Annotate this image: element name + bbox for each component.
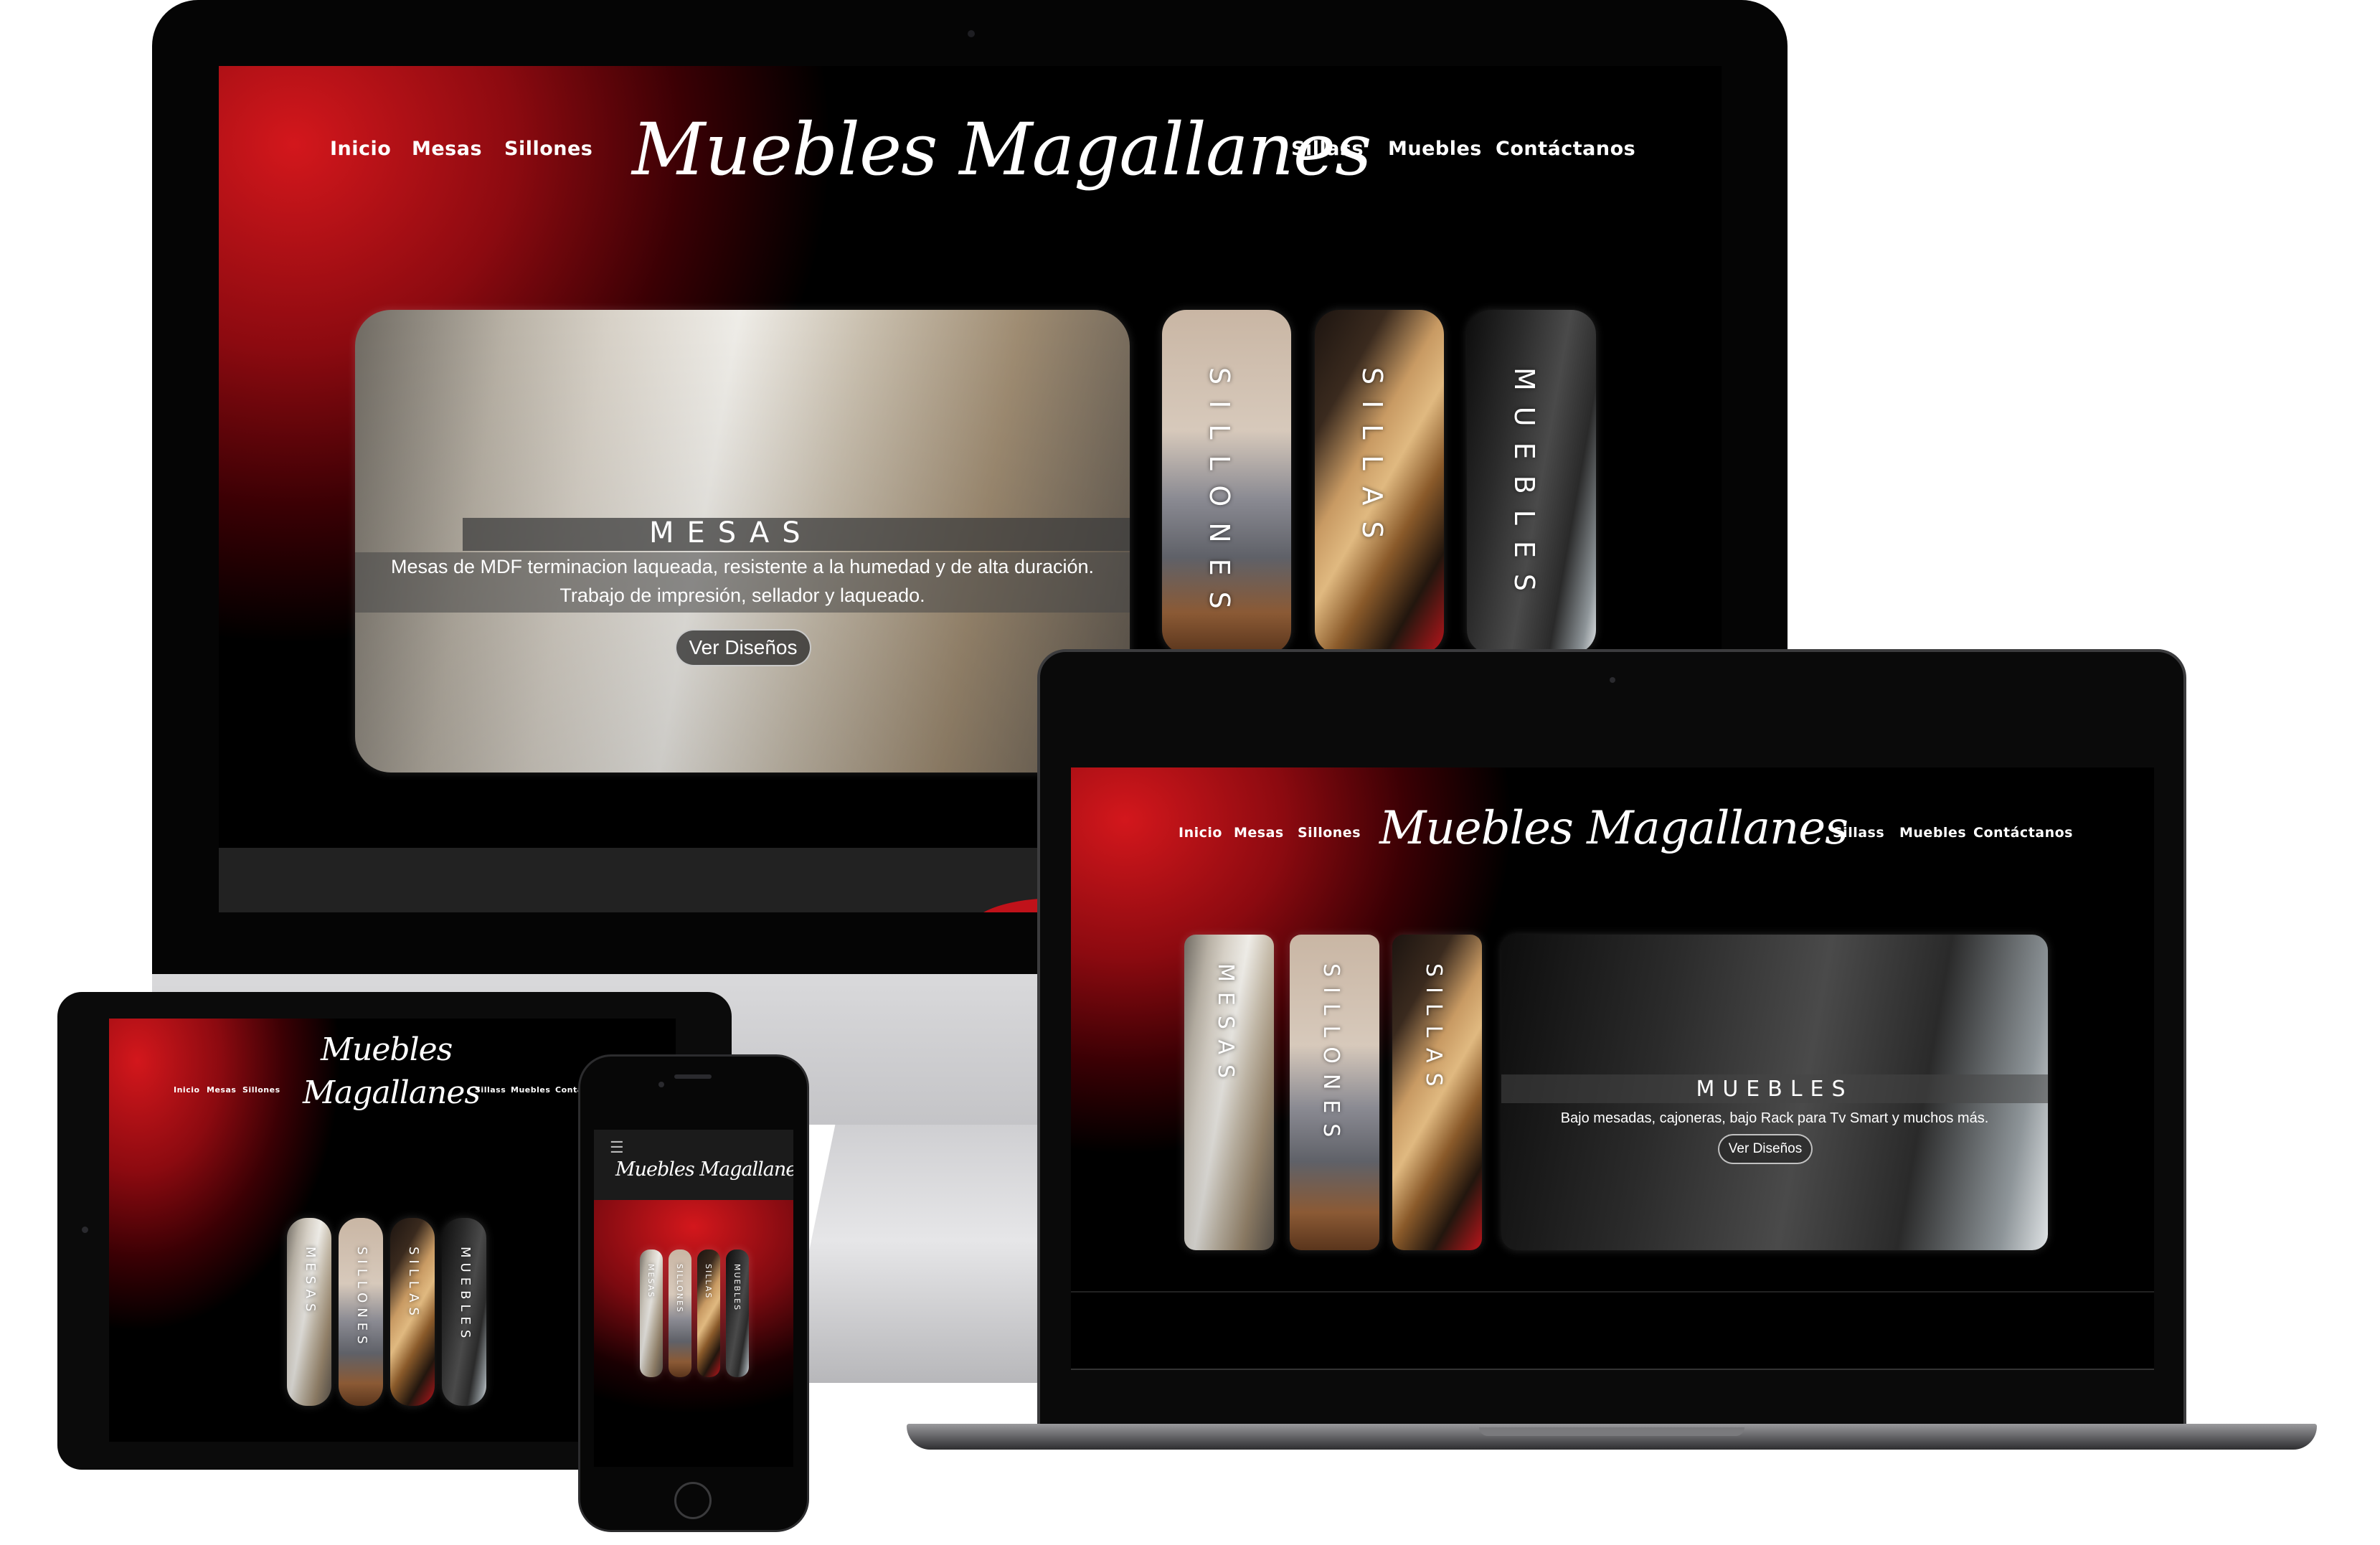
tablet-nav-sillas[interactable]: Sillass bbox=[475, 1085, 506, 1095]
tablet-nav-muebles[interactable]: Muebles bbox=[511, 1085, 550, 1095]
desktop-card-sillones[interactable]: SILLONES bbox=[1162, 310, 1291, 654]
laptop-card-sillas[interactable]: SILLAS bbox=[1392, 935, 1482, 1250]
phone-card-mesas-label: MESAS bbox=[646, 1264, 656, 1299]
tablet-camera bbox=[82, 1227, 88, 1233]
tablet-nav-inicio[interactable]: Inicio bbox=[174, 1085, 200, 1095]
tablet-card-sillones-label: SILLONES bbox=[354, 1247, 369, 1349]
phone-card-muebles[interactable]: MUEBLES bbox=[726, 1249, 749, 1377]
desktop-nav-sillas[interactable]: Sillass bbox=[1291, 138, 1364, 160]
laptop-featured-card-muebles[interactable]: MUEBLES Bajo mesadas, cajoneras, bajo Ra… bbox=[1501, 935, 2048, 1250]
tablet-card-muebles[interactable]: MUEBLES bbox=[442, 1218, 486, 1406]
phone-speaker bbox=[674, 1074, 712, 1079]
phone-card-muebles-label: MUEBLES bbox=[732, 1264, 742, 1312]
desktop-nav-muebles[interactable]: Muebles bbox=[1388, 138, 1482, 160]
phone-camera bbox=[658, 1082, 664, 1087]
laptop-ver-disenos-button[interactable]: Ver Diseños bbox=[1718, 1134, 1813, 1164]
desktop-nav-contactanos[interactable]: Contáctanos bbox=[1496, 138, 1635, 160]
phone-card-sillas-label: SILLAS bbox=[704, 1264, 713, 1300]
laptop-card-sillones[interactable]: SILLONES bbox=[1290, 935, 1379, 1250]
laptop-logo[interactable]: Muebles Magallanes bbox=[1379, 802, 1848, 855]
mesas-desc-line1: Mesas de MDF terminacion laqueada, resis… bbox=[390, 556, 1095, 577]
muebles-title: MUEBLES bbox=[1696, 1077, 1854, 1102]
laptop-nav-contactanos[interactable]: Contáctanos bbox=[1973, 825, 2073, 841]
desktop-card-sillas-label: SILLAS bbox=[1356, 367, 1388, 554]
tablet-card-sillones[interactable]: SILLONES bbox=[339, 1218, 383, 1406]
tablet-card-sillas[interactable]: SILLAS bbox=[390, 1218, 435, 1406]
desktop-nav-mesas[interactable]: Mesas bbox=[412, 138, 482, 160]
desktop-nav-inicio[interactable]: Inicio bbox=[330, 138, 391, 160]
tablet-card-sillas-label: SILLAS bbox=[406, 1247, 421, 1320]
laptop-nav-sillones[interactable]: Sillones bbox=[1298, 825, 1361, 841]
phone-home-button[interactable] bbox=[674, 1482, 712, 1519]
laptop-card-mesas-label: MESAS bbox=[1213, 963, 1238, 1089]
imac-camera bbox=[968, 30, 975, 37]
tablet-nav-mesas[interactable]: Mesas bbox=[207, 1085, 236, 1095]
desktop-card-sillones-label: SILLONES bbox=[1204, 367, 1235, 625]
mesas-desc-line2: Trabajo de impresión, sellador y laquead… bbox=[559, 585, 925, 606]
laptop-site-screen: Inicio Mesas Sillones Muebles Magallanes… bbox=[1071, 767, 2154, 1370]
laptop-notch bbox=[1479, 1427, 1744, 1436]
hamburger-icon[interactable]: ☰ bbox=[610, 1140, 624, 1156]
laptop-nav-sillas[interactable]: Sillass bbox=[1833, 825, 1884, 841]
laptop-nav-muebles[interactable]: Muebles bbox=[1899, 825, 1966, 841]
tablet-nav-sillones[interactable]: Sillones bbox=[242, 1085, 280, 1095]
desktop-card-sillas[interactable]: SILLAS bbox=[1315, 310, 1444, 654]
mesas-title: MESAS bbox=[649, 516, 813, 549]
laptop-card-sillones-label: SILLONES bbox=[1318, 963, 1344, 1148]
laptop-footer-line bbox=[1071, 1369, 2154, 1370]
phone-card-sillas[interactable]: SILLAS bbox=[697, 1249, 720, 1377]
laptop-divider bbox=[1071, 1291, 2154, 1293]
desktop-logo[interactable]: Muebles Magallanes bbox=[632, 108, 1371, 192]
phone-card-mesas[interactable]: MESAS bbox=[640, 1249, 663, 1377]
phone-card-sillones-label: SILLONES bbox=[675, 1264, 684, 1313]
phone-hero-background bbox=[594, 1200, 793, 1467]
desktop-ver-disenos-button[interactable]: Ver Diseños bbox=[675, 629, 811, 666]
tablet-logo-line1[interactable]: Muebles bbox=[321, 1031, 453, 1068]
laptop-nav-inicio[interactable]: Inicio bbox=[1179, 825, 1222, 841]
phone-site-screen: ☰ Muebles Magallanes MESAS SILLONES SILL… bbox=[594, 1130, 793, 1467]
laptop-card-sillas-label: SILLAS bbox=[1421, 963, 1446, 1097]
desktop-featured-card-mesas[interactable]: MESAS Mesas de MDF terminacion laqueada,… bbox=[355, 310, 1130, 772]
phone-card-sillones[interactable]: SILLONES bbox=[669, 1249, 691, 1377]
tablet-card-mesas[interactable]: MESAS bbox=[287, 1218, 331, 1406]
laptop-card-mesas[interactable]: MESAS bbox=[1184, 935, 1274, 1250]
desktop-card-muebles-label: MUEBLES bbox=[1508, 367, 1540, 607]
muebles-desc: Bajo mesadas, cajoneras, bajo Rack para … bbox=[1560, 1110, 1989, 1126]
phone-logo[interactable]: Muebles Magallanes bbox=[615, 1158, 793, 1181]
tablet-logo-line2[interactable]: Magallanes bbox=[303, 1074, 481, 1111]
desktop-card-muebles[interactable]: MUEBLES bbox=[1467, 310, 1596, 654]
laptop-camera bbox=[1610, 677, 1615, 683]
laptop-nav-mesas[interactable]: Mesas bbox=[1234, 825, 1284, 841]
desktop-nav-sillones[interactable]: Sillones bbox=[504, 138, 592, 160]
tablet-card-mesas-label: MESAS bbox=[303, 1247, 318, 1317]
tablet-card-muebles-label: MUEBLES bbox=[458, 1247, 473, 1343]
